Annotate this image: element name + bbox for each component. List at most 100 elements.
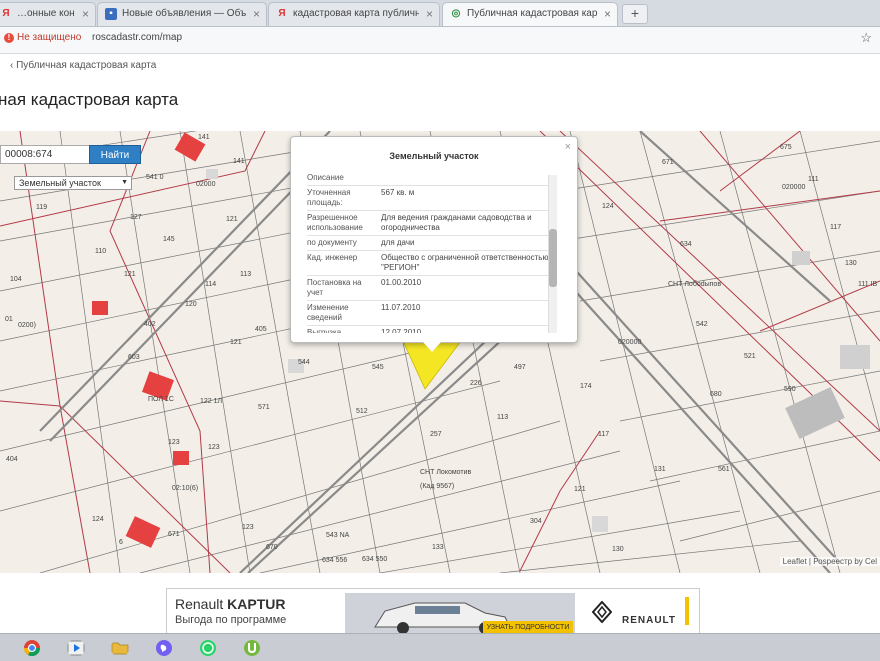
popup-row-key: Разрешенное использование (307, 213, 363, 232)
parcel-label: 127 (130, 214, 142, 221)
page-icon: ▪ (105, 8, 117, 20)
parcel-label: 124 (92, 516, 104, 523)
yandex-icon: Я (2, 8, 10, 19)
popup-table: Описание Уточненная площадь: 567 кв. м Разр… (307, 171, 555, 333)
security-indicator[interactable]: ! Не защищено (4, 32, 81, 43)
parcel-label: 121 (226, 216, 238, 223)
url-field[interactable]: roscadastr.com/map (92, 32, 182, 43)
parcel-label: 122 1Л (200, 398, 223, 405)
breadcrumb[interactable]: ‹ Публичная кадастровая карта (10, 60, 156, 71)
parcel-label: 02:10(6) (172, 485, 198, 492)
close-icon[interactable]: × (604, 3, 611, 25)
browser-tab-4[interactable]: ◎ Публичная кадастровая карта × (442, 2, 618, 26)
popup-row-value: Общество с ограниченной ответственностью… (381, 253, 549, 272)
search-button[interactable]: Найти (89, 145, 141, 164)
ad-headline: Renault KAPTUR (175, 596, 286, 612)
close-icon[interactable]: × (565, 141, 571, 153)
popup-row-value: для дачи (381, 238, 415, 247)
parcel-label: 119 (36, 204, 47, 211)
parcel-label: 130 (845, 260, 857, 267)
tab-label: кадастровая карта публичная (293, 8, 419, 19)
parcel-label: 545 (372, 364, 384, 371)
parcel-label: 497 (514, 364, 526, 371)
viber-icon (156, 640, 172, 656)
popup-row-key: Выгрузка сведений (307, 328, 342, 333)
parcel-label: 544 (298, 359, 310, 366)
parcel-label: 141 (233, 158, 245, 165)
parcel-label: 671 (168, 531, 180, 538)
taskbar-whatsapp[interactable] (190, 637, 226, 659)
parcel-label: 603 (128, 354, 140, 361)
popup-row-key: Уточненная площадь: (307, 188, 351, 207)
popup-row: Постановка на учет 01.00.2010 (307, 276, 555, 301)
ad-accent-bar (685, 597, 689, 625)
popup-pointer (423, 342, 441, 352)
close-icon[interactable]: × (82, 3, 89, 25)
chevron-down-icon: ▼ (121, 179, 128, 186)
media-player-icon (67, 640, 85, 656)
browser-tab-1[interactable]: Я …онные конфеты — с × (0, 2, 96, 26)
parcel-label: 304 (530, 518, 542, 525)
parcel-label: 117 (830, 224, 841, 231)
parcel-label: 111 IB (858, 281, 878, 288)
browser-tab-2[interactable]: ▪ Новые объявления — Объявл × (97, 2, 267, 26)
yandex-icon: Я (278, 8, 286, 19)
taskbar-torrent[interactable] (234, 637, 270, 659)
globe-icon: ◎ (451, 8, 461, 19)
parcel-label: 121 (574, 486, 586, 493)
parcel-label: 104 (10, 276, 22, 283)
parcel-label: 121 (124, 271, 136, 278)
ad-subline: Выгода по программе (175, 614, 287, 626)
parcel-label: 114 (205, 281, 216, 288)
parcel-label: 541 0 (146, 174, 164, 181)
taskbar-folder[interactable] (102, 637, 138, 659)
layer-select-value: Земельный участок (19, 178, 101, 188)
popup-title: Земельный участок (389, 151, 479, 161)
address-bar: ! Не защищено roscadastr.com/map ☆ (0, 27, 880, 54)
parcel-label: 145 (163, 236, 175, 243)
close-icon[interactable]: × (253, 3, 260, 25)
parcel-label: 020000 (782, 184, 805, 191)
browser-tab-strip: Я …онные конфеты — с × ▪ Новые объявлени… (0, 0, 880, 27)
taskbar-media-player[interactable] (58, 637, 94, 659)
parcel-label: 561 (718, 466, 730, 473)
ad-brand-logo-text: RENAULT (622, 615, 677, 626)
parcel-info-popup: Земельный участок × Описание Уточненная п… (290, 136, 578, 343)
chrome-icon (23, 640, 41, 657)
taskbar-viber[interactable] (146, 637, 182, 659)
popup-row: Уточненная площадь: 567 кв. м (307, 186, 555, 211)
parcel-label: 113 (240, 271, 251, 278)
scrollbar-thumb[interactable] (549, 229, 557, 287)
parcel-label: 405 (255, 326, 267, 333)
browser-tab-3[interactable]: Я кадастровая карта публичная × (268, 2, 440, 26)
popup-row: по документу для дачи (307, 236, 555, 251)
popup-row-value: 12.07.2010 (381, 328, 422, 333)
taskbar-chrome[interactable] (14, 637, 50, 659)
popup-row-value: 567 кв. м (381, 188, 415, 197)
layer-select[interactable]: Земельный участок ▼ (14, 176, 132, 190)
parcel-label: 542 (696, 321, 708, 328)
parcel-label: 680 (710, 391, 722, 398)
parcel-label: 111 (808, 176, 819, 183)
popup-row: Изменение сведений 11.07.2010 (307, 301, 555, 326)
parcel-label: 117 (598, 431, 609, 438)
parcel-label: СНТ Локомотив (420, 469, 472, 476)
popup-scrollbar[interactable] (548, 175, 557, 333)
popup-row-key: Описание (307, 173, 344, 182)
parcel-label: 123 (242, 524, 254, 531)
popup-row-key: по документу (307, 238, 357, 247)
parcel-label: 402 (144, 321, 156, 328)
parcel-label: 174 (580, 383, 592, 390)
popup-row: Разрешенное использование Для ведения гра… (307, 211, 555, 236)
page-title: ная кадастровая карта (0, 90, 179, 109)
map-attribution[interactable]: Leaflet | Роsреестр by Сel (779, 557, 880, 566)
new-tab-button[interactable]: + (622, 4, 648, 24)
ad-brand-text: Renault (175, 596, 228, 612)
cadastral-search-input[interactable]: 00008:674 (0, 145, 90, 164)
warning-icon: ! (4, 33, 14, 43)
close-icon[interactable]: × (426, 3, 433, 25)
ad-banner[interactable]: Renault KAPTUR Выгода по программе УЗНАТ… (166, 588, 700, 634)
parcel-label: 671 (662, 159, 674, 166)
parcel-label: 113 (497, 414, 508, 421)
bookmark-star-icon[interactable]: ☆ (860, 30, 872, 46)
